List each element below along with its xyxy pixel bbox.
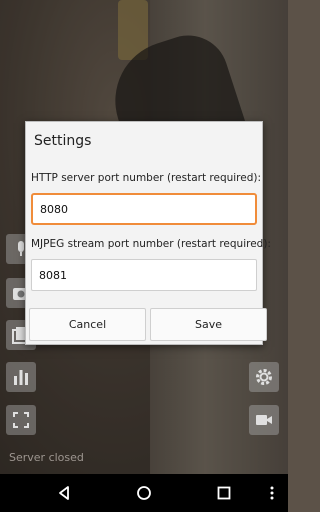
fullscreen-button[interactable] bbox=[6, 405, 36, 435]
back-icon bbox=[59, 486, 69, 500]
stats-icon bbox=[14, 370, 28, 385]
cancel-button[interactable]: Cancel bbox=[29, 308, 146, 341]
mjpeg-port-input[interactable] bbox=[31, 259, 257, 291]
http-port-input[interactable] bbox=[31, 193, 257, 225]
more-icon bbox=[270, 486, 274, 500]
more-button[interactable] bbox=[262, 483, 282, 503]
settings-dialog: Settings HTTP server port number (restar… bbox=[25, 121, 271, 345]
mjpeg-port-label: MJPEG stream port number (restart requir… bbox=[31, 238, 271, 250]
back-button[interactable] bbox=[54, 483, 74, 503]
home-button[interactable] bbox=[134, 483, 154, 503]
recents-button[interactable] bbox=[214, 483, 234, 503]
fullscreen-icon bbox=[13, 412, 29, 428]
settings-icon bbox=[256, 369, 272, 385]
server-status-text: Server closed bbox=[9, 451, 84, 464]
settings-button[interactable] bbox=[249, 362, 279, 392]
http-port-label: HTTP server port number (restart require… bbox=[31, 172, 262, 184]
navigation-bar bbox=[0, 474, 288, 512]
stats-button[interactable] bbox=[6, 362, 36, 392]
save-button[interactable]: Save bbox=[150, 308, 267, 341]
video-icon bbox=[256, 415, 272, 425]
recents-icon bbox=[217, 486, 231, 500]
dialog-title: Settings bbox=[34, 133, 92, 149]
home-icon bbox=[137, 486, 151, 500]
video-button[interactable] bbox=[249, 405, 279, 435]
